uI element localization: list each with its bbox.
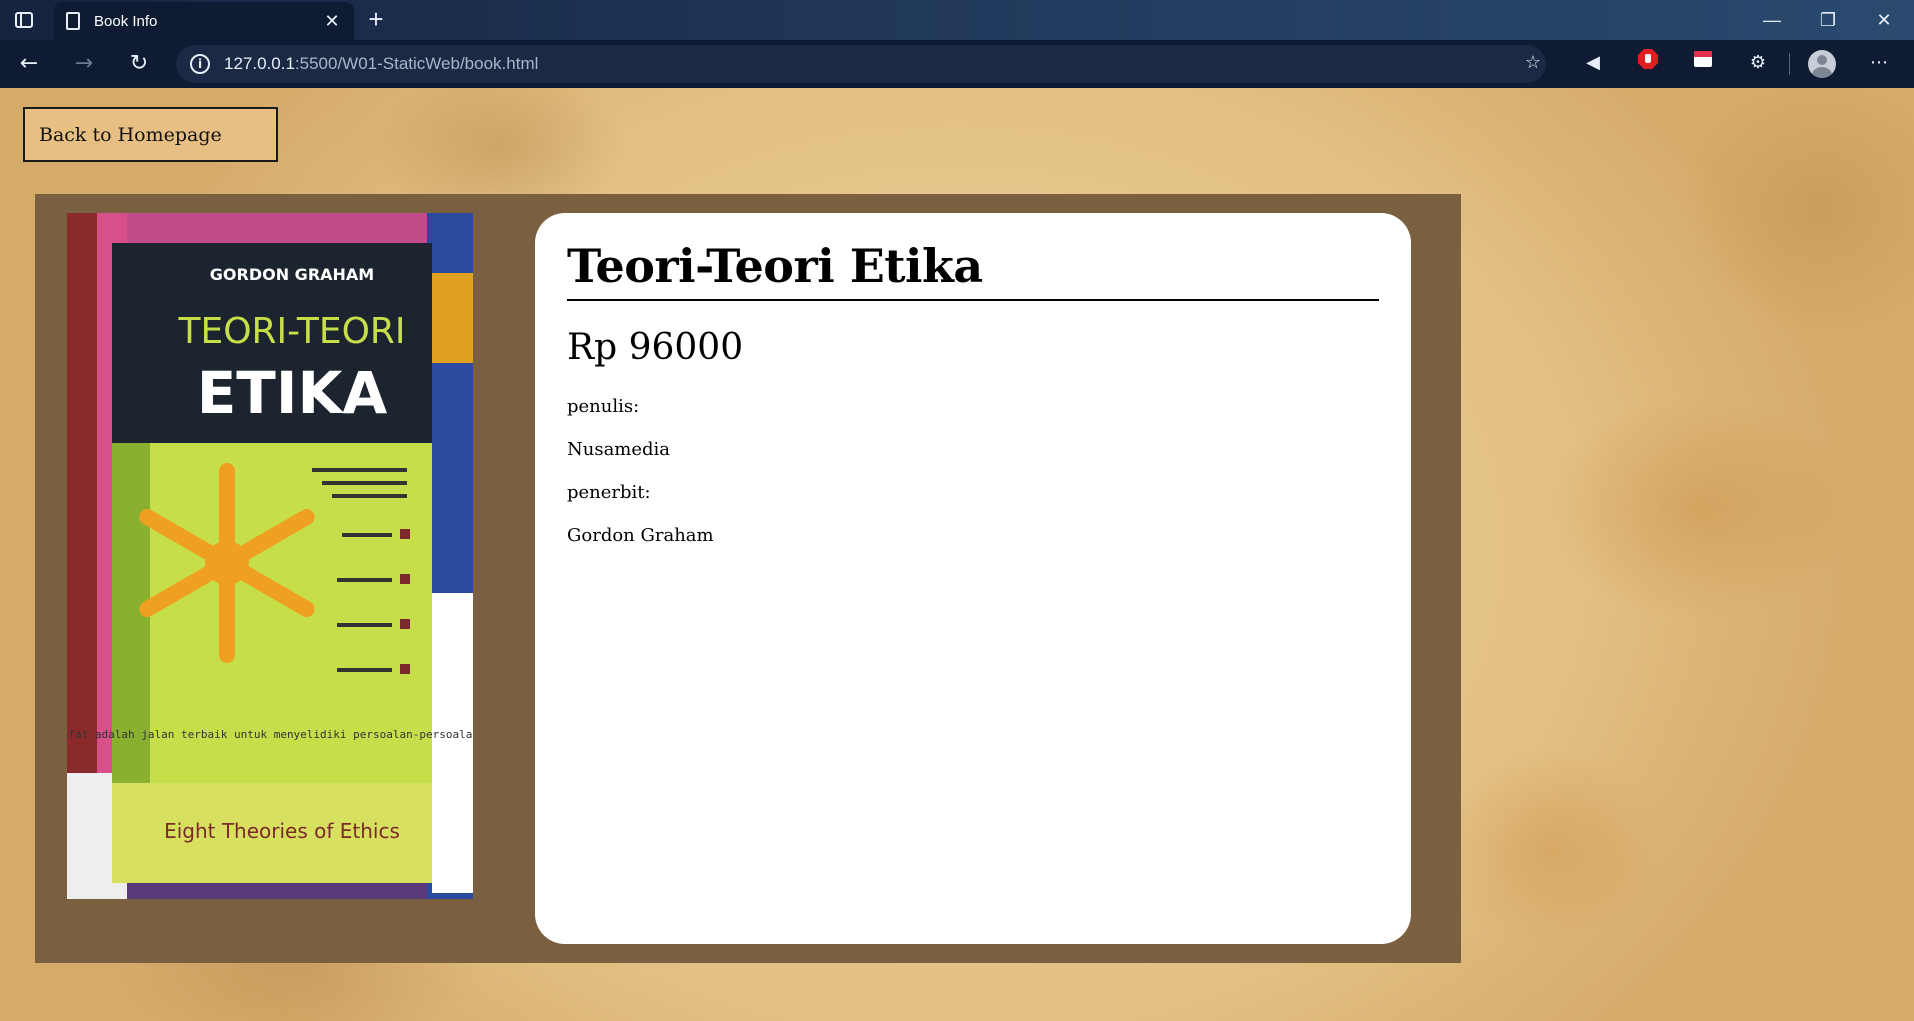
- cover-title-line1: TEORI-TEORI: [177, 311, 405, 352]
- address-bar: ← → ↻ i 127.0.0.1:5500/W01-StaticWeb/boo…: [0, 40, 1914, 88]
- more-options-icon[interactable]: ⋯: [1864, 48, 1894, 78]
- back-to-homepage-button[interactable]: Back to Homepage: [23, 107, 278, 162]
- book-cover-image: GORDON GRAHAM TEORI-TEORI ETIKA fat adal…: [67, 213, 473, 899]
- forward-icon[interactable]: →: [68, 48, 100, 80]
- profile-avatar[interactable]: [1808, 50, 1836, 78]
- pdf-extension-icon[interactable]: [1688, 48, 1718, 78]
- tab-actions-icon[interactable]: [10, 8, 38, 32]
- minimize-icon[interactable]: —: [1746, 4, 1798, 36]
- cover-quote: Filsafat adalah jalan terbaik untuk meny…: [67, 728, 473, 741]
- refresh-icon[interactable]: ↻: [123, 48, 155, 80]
- extensions-icon[interactable]: ⚙: [1743, 48, 1773, 78]
- browser-tab[interactable]: Book Info ✕: [54, 2, 354, 40]
- tab-title: Book Info: [94, 12, 158, 30]
- book-panel: GORDON GRAHAM TEORI-TEORI ETIKA fat adal…: [35, 194, 1461, 963]
- back-icon[interactable]: ←: [13, 48, 45, 80]
- window-close-icon[interactable]: ✕: [1858, 4, 1910, 36]
- book-title: Teori-Teori Etika: [567, 239, 1379, 301]
- favorite-star-icon[interactable]: ☆: [1518, 48, 1548, 78]
- url-field[interactable]: i 127.0.0.1:5500/W01-StaticWeb/book.html: [176, 45, 1546, 83]
- read-aloud-icon[interactable]: ◀: [1578, 48, 1608, 78]
- cover-subtitle: Eight Theories of Ethics: [164, 819, 400, 843]
- page-icon: [66, 12, 80, 30]
- author-value: Nusamedia: [567, 439, 671, 460]
- page-body: Back to Homepage GORDON GRAHAM TEORI-TEO…: [0, 88, 1914, 1021]
- toolbar-divider: [1789, 53, 1790, 75]
- new-tab-icon[interactable]: +: [362, 6, 390, 34]
- publisher-value: Gordon Graham: [567, 525, 714, 546]
- restore-icon[interactable]: ❐: [1802, 4, 1854, 36]
- browser-tab-bar: Book Info ✕ + — ❐ ✕: [0, 0, 1914, 40]
- book-price: Rp 96000: [567, 327, 744, 368]
- author-label: penulis:: [567, 396, 640, 417]
- publisher-label: penerbit:: [567, 482, 651, 503]
- close-tab-icon[interactable]: ✕: [322, 11, 342, 32]
- site-info-icon[interactable]: i: [190, 54, 210, 74]
- url-text: 127.0.0.1:5500/W01-StaticWeb/book.html: [224, 54, 539, 73]
- adblock-extension-icon[interactable]: [1633, 48, 1663, 78]
- cover-title-line2: ETIKA: [197, 359, 388, 427]
- book-details-card: Teori-Teori Etika Rp 96000 penulis: Nusa…: [535, 213, 1411, 944]
- cover-author: GORDON GRAHAM: [210, 265, 374, 284]
